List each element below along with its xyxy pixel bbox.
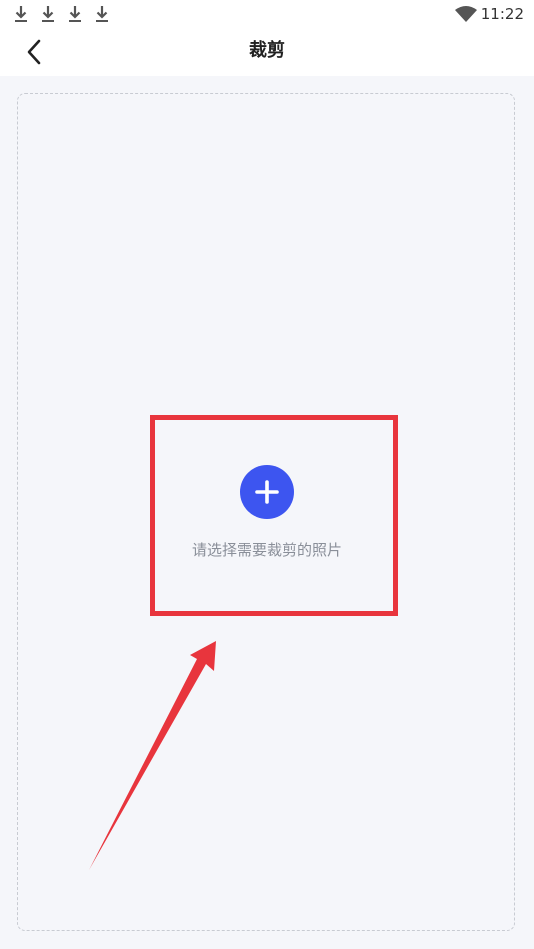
download-icon bbox=[96, 6, 108, 22]
select-photo-hint: 请选择需要裁剪的照片 bbox=[191, 541, 342, 559]
download-icon bbox=[15, 6, 27, 22]
status-time: 11:22 bbox=[480, 5, 524, 23]
add-photo-button[interactable] bbox=[240, 465, 294, 519]
page-title: 裁剪 bbox=[249, 40, 285, 61]
download-icon bbox=[69, 6, 81, 22]
plus-icon bbox=[255, 480, 279, 504]
download-icon bbox=[42, 6, 54, 22]
status-bar: 11:22 bbox=[0, 0, 534, 28]
wifi-icon bbox=[455, 6, 477, 22]
nav-bar: 裁剪 bbox=[0, 28, 534, 76]
